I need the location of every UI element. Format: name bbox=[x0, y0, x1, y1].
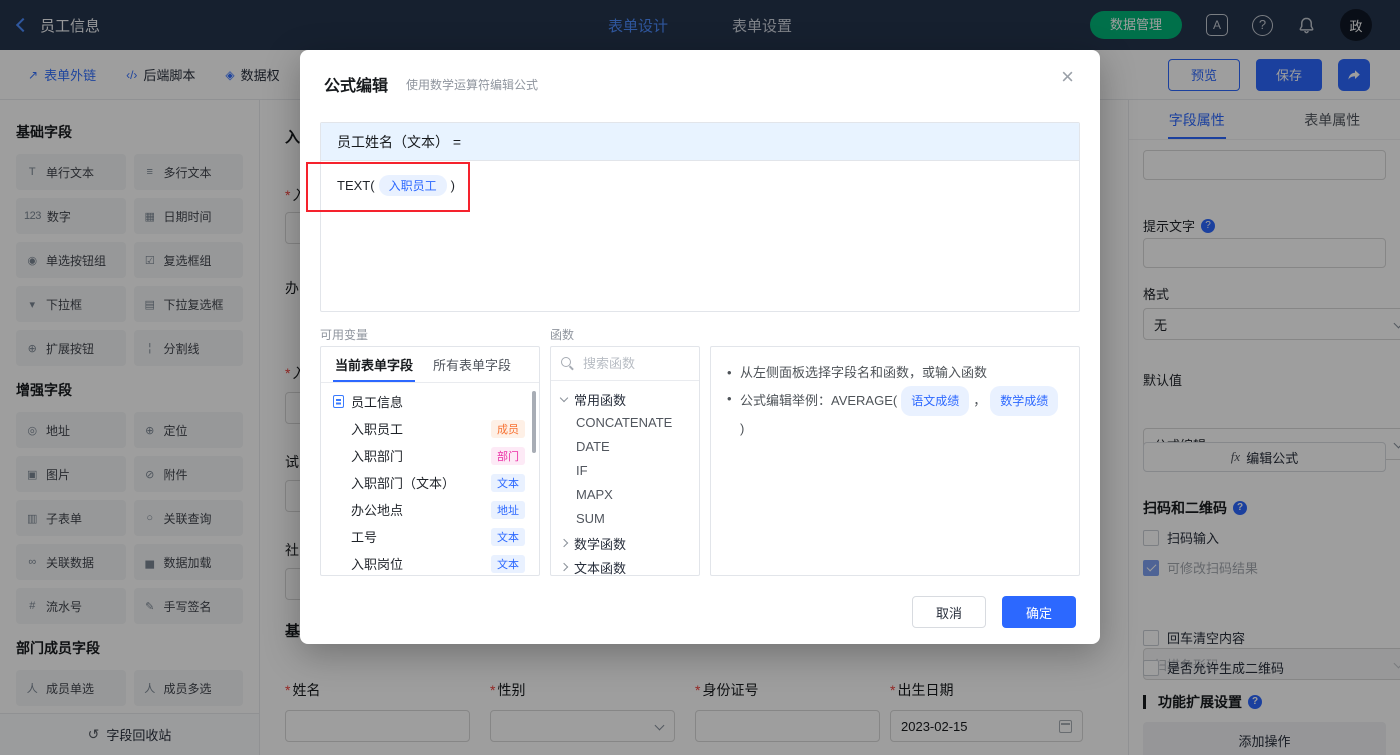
chevron-right-icon bbox=[559, 538, 569, 548]
example-variable-pill: 语文成绩 bbox=[901, 386, 970, 416]
formula-close-paren: ) bbox=[450, 178, 455, 193]
variable-tag: 地址 bbox=[491, 500, 525, 519]
formula-target: 员工姓名（文本） = bbox=[321, 123, 1079, 161]
function-item[interactable]: SUM bbox=[561, 507, 689, 531]
close-icon[interactable] bbox=[1061, 66, 1074, 88]
tab-all-form-fields[interactable]: 所有表单字段 bbox=[423, 347, 521, 382]
variable-tag: 成员 bbox=[491, 419, 525, 438]
variable-tag: 文本 bbox=[491, 473, 525, 492]
example-variable-pill: 数学成绩 bbox=[990, 386, 1059, 416]
function-item[interactable]: CONCATENATE bbox=[561, 411, 689, 435]
formula-function-text: TEXT( bbox=[337, 178, 375, 193]
variable-tag: 部门 bbox=[491, 446, 525, 465]
variable-tag: 文本 bbox=[491, 527, 525, 546]
variable-row[interactable]: 办公地点 地址 bbox=[321, 496, 539, 523]
variables-panel: 当前表单字段 所有表单字段 员工信息 入职员工 成员 入职部门 部门 入职部门（文本… bbox=[320, 346, 540, 576]
cancel-button[interactable]: 取消 bbox=[912, 596, 986, 628]
variable-row[interactable]: 入职员工 成员 bbox=[321, 415, 539, 442]
function-item[interactable]: DATE bbox=[561, 435, 689, 459]
scrollbar-thumb[interactable] bbox=[532, 391, 536, 453]
modal-subtitle: 使用数学运算符编辑公式 bbox=[406, 78, 539, 92]
functions-panel: 常用函数 CONCATENATE DATE IF MAPX SUM 数学函数 文… bbox=[550, 346, 700, 576]
formula-editor: 员工姓名（文本） = TEXT(入职员工) bbox=[320, 122, 1080, 312]
function-item[interactable]: IF bbox=[561, 459, 689, 483]
chevron-down-icon bbox=[559, 393, 569, 402]
help-line-1: 从左侧面板选择字段名和函数，或输入函数 bbox=[727, 360, 1063, 386]
confirm-button[interactable]: 确定 bbox=[1002, 596, 1076, 628]
functions-title: 函数 bbox=[550, 328, 575, 342]
variable-row[interactable]: 入职部门（文本） 文本 bbox=[321, 469, 539, 496]
modal-title: 公式编辑 bbox=[324, 78, 389, 95]
variable-row[interactable]: 入职岗位 文本 bbox=[321, 550, 539, 575]
chevron-right-icon bbox=[559, 562, 569, 572]
search-icon bbox=[561, 357, 574, 370]
variable-row[interactable]: 工号 文本 bbox=[321, 523, 539, 550]
tree-root-row[interactable]: 员工信息 bbox=[321, 388, 539, 415]
function-group-common[interactable]: 常用函数 bbox=[559, 387, 689, 411]
function-search-input[interactable] bbox=[581, 355, 681, 372]
help-panel: 从左侧面板选择字段名和函数，或输入函数 公式编辑举例：AVERAGE(语文成绩，… bbox=[710, 346, 1080, 576]
function-group-text[interactable]: 文本函数 bbox=[559, 555, 689, 575]
formula-edit-modal: 公式编辑 使用数学运算符编辑公式 员工姓名（文本） = TEXT(入职员工) 可… bbox=[300, 50, 1100, 644]
help-line-2: 公式编辑举例：AVERAGE(语文成绩，数学成绩) bbox=[727, 386, 1063, 442]
variables-title: 可用变量 bbox=[320, 328, 369, 342]
function-item[interactable]: MAPX bbox=[561, 483, 689, 507]
document-icon bbox=[333, 395, 344, 408]
formula-input-area[interactable]: TEXT(入职员工) bbox=[321, 161, 1079, 210]
function-group-math[interactable]: 数学函数 bbox=[559, 531, 689, 555]
tab-current-form-fields[interactable]: 当前表单字段 bbox=[325, 347, 423, 382]
variable-tag: 文本 bbox=[491, 554, 525, 573]
formula-variable-pill[interactable]: 入职员工 bbox=[378, 175, 447, 196]
variable-row[interactable]: 入职部门 部门 bbox=[321, 442, 539, 469]
